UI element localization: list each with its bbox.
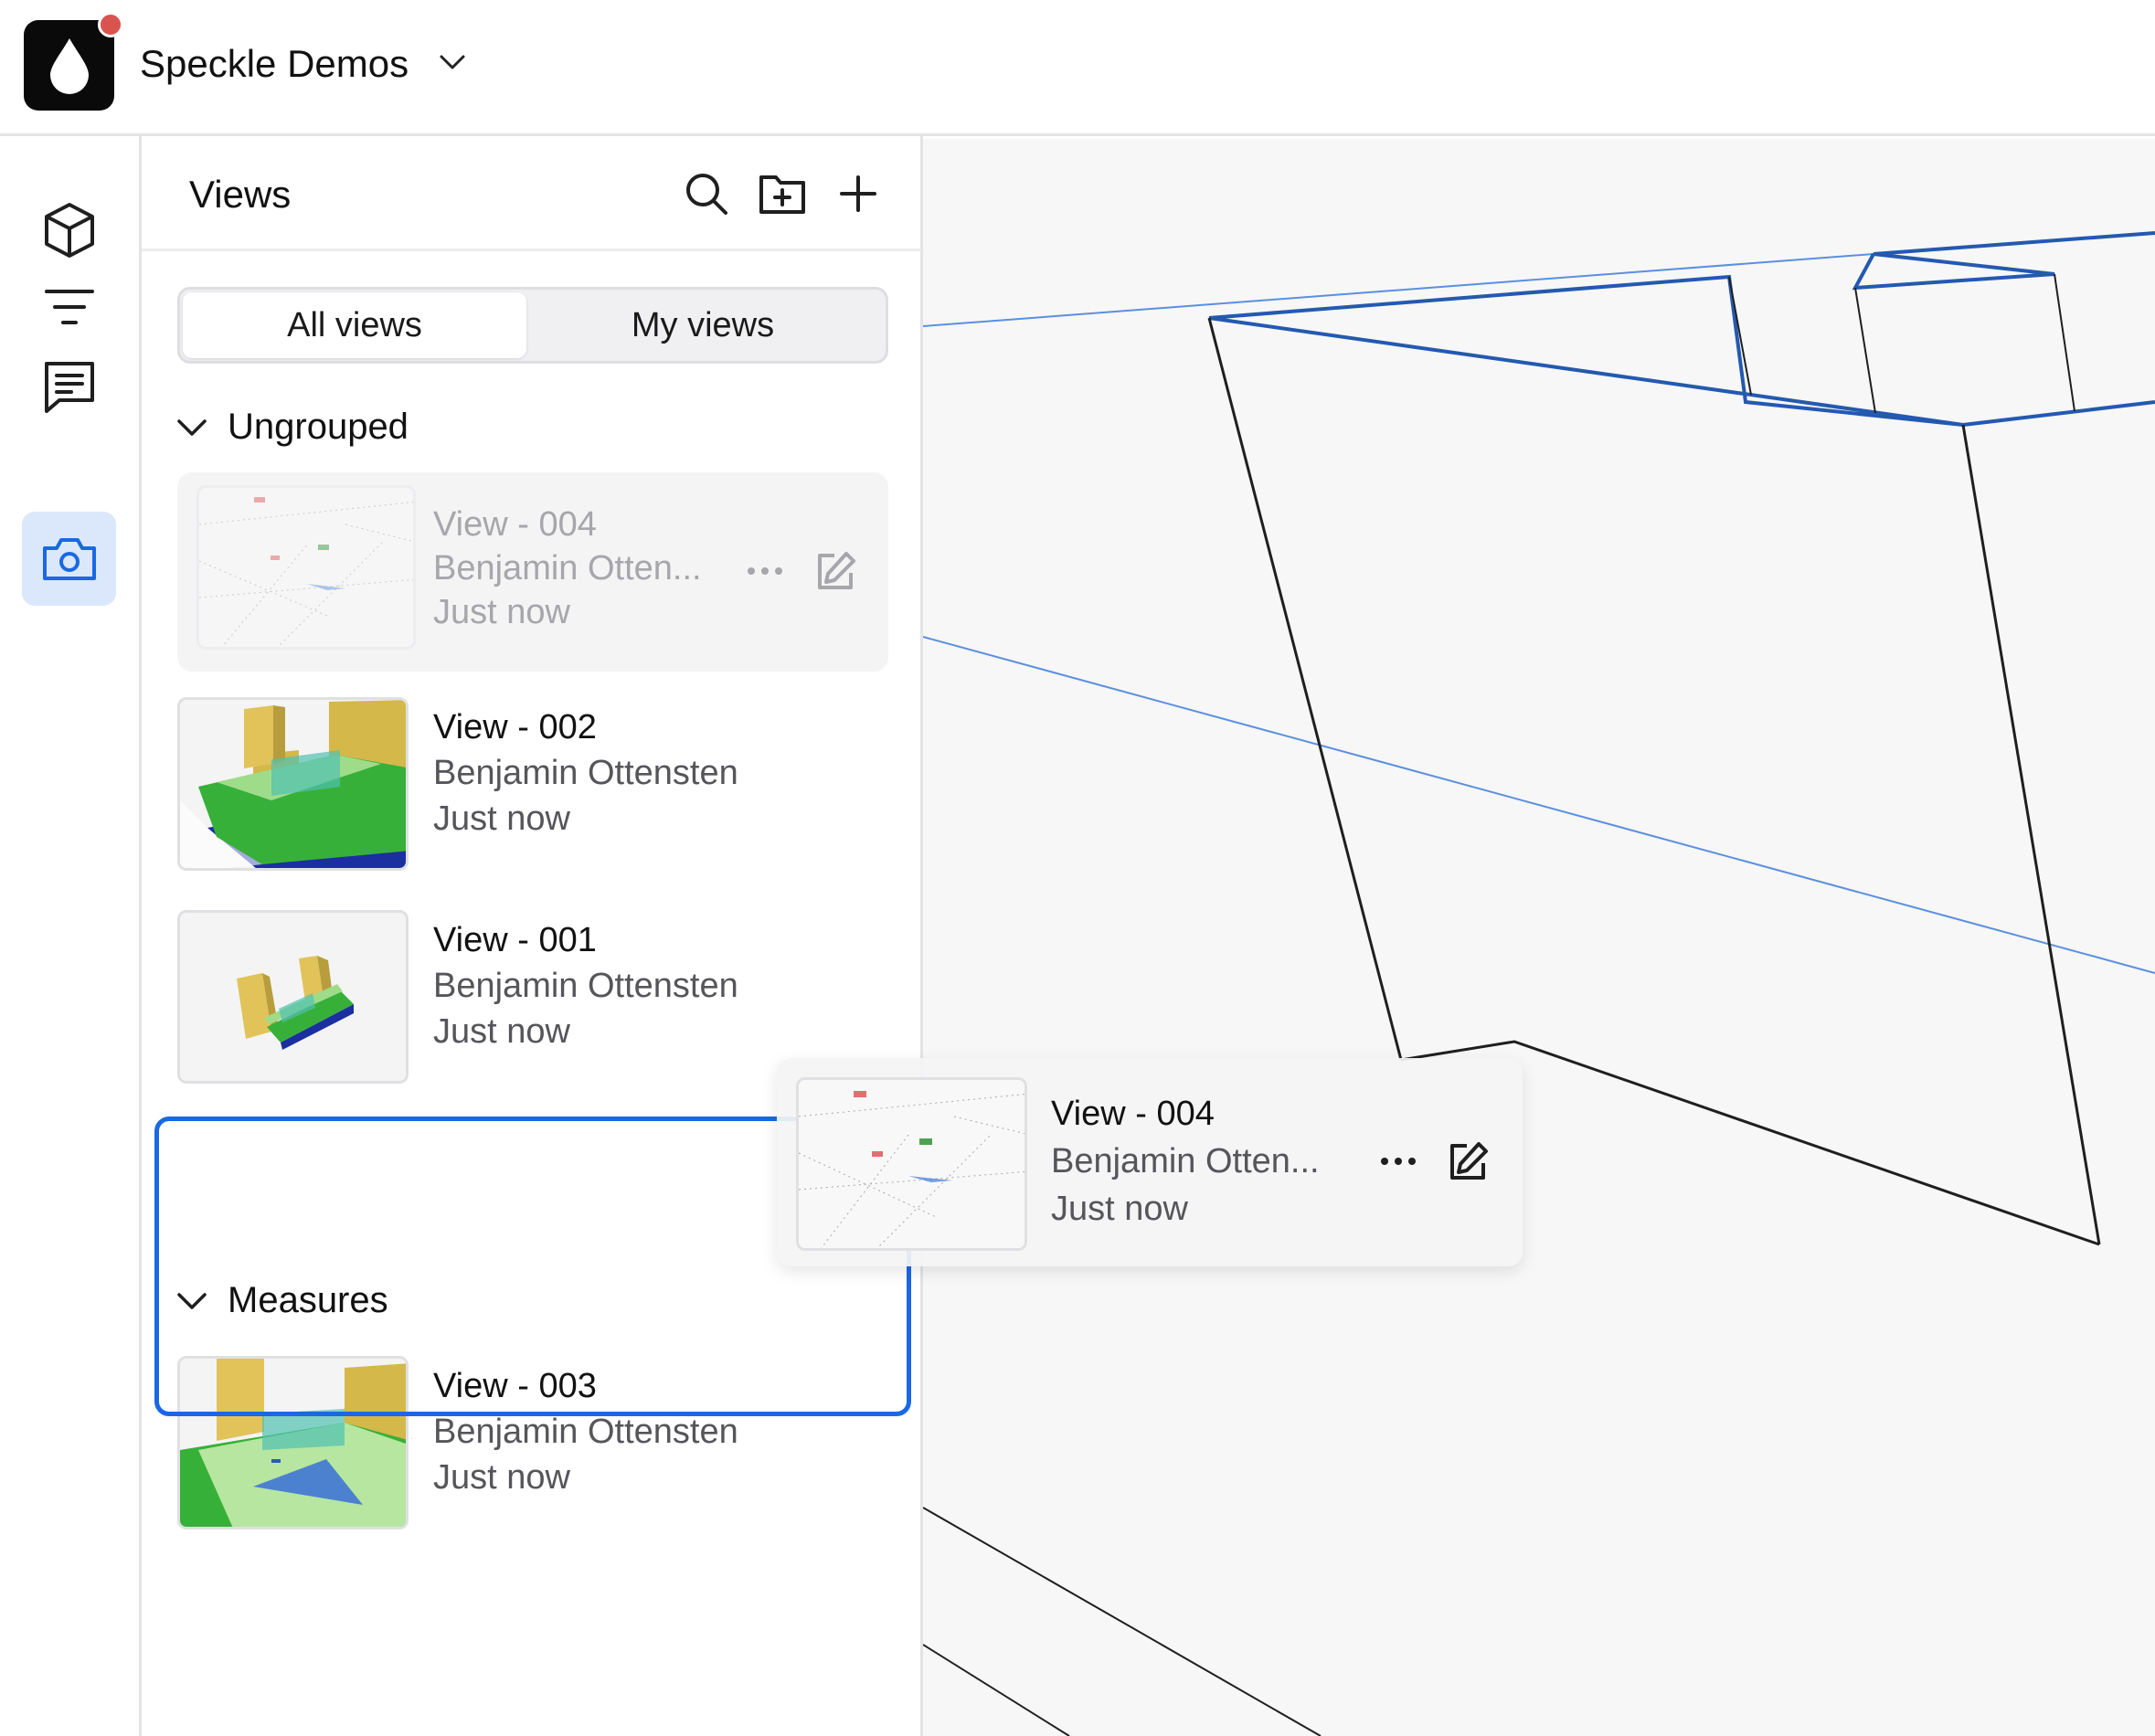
view-title: View - 004 [1051, 1095, 1215, 1133]
new-group-button[interactable] [757, 168, 808, 219]
camera-icon [42, 537, 96, 580]
view-thumbnail [177, 910, 409, 1084]
search-icon [686, 174, 727, 215]
more-horizontal-icon [1381, 1158, 1416, 1165]
droplet-icon [50, 38, 89, 94]
view-edit-button[interactable] [811, 547, 860, 597]
view-thumbnail [796, 1077, 1027, 1251]
view-thumbnail [196, 485, 416, 650]
filter-icon [44, 289, 94, 324]
view-time: Just now [433, 1458, 570, 1497]
view-author: Benjamin Ottensten [433, 754, 738, 792]
view-card-002[interactable]: View - 002 Benjamin Ottensten Just now [177, 697, 888, 871]
panel-title: Views [189, 173, 292, 216]
more-horizontal-icon [748, 567, 782, 575]
views-filter-toggle: All views My views [177, 287, 888, 364]
view-edit-button[interactable] [1443, 1138, 1492, 1187]
view-time: Just now [433, 1012, 570, 1051]
panel-header: Views [142, 136, 920, 251]
chevron-down-icon[interactable] [439, 53, 466, 71]
tab-all-views[interactable]: All views [183, 292, 526, 358]
view-thumbnail [177, 697, 409, 871]
search-button[interactable] [681, 168, 732, 219]
group-header-ungrouped[interactable]: Ungrouped [176, 407, 409, 448]
view-more-button[interactable] [1374, 1141, 1423, 1181]
add-view-button[interactable] [833, 168, 884, 219]
view-card-004[interactable]: View - 004 Benjamin Otten... Just now [177, 472, 888, 672]
view-time: Just now [433, 799, 570, 838]
view-more-button[interactable] [740, 551, 790, 591]
comments-icon [44, 361, 94, 413]
view-author: Benjamin Otten... [1051, 1142, 1320, 1180]
dragged-view-card[interactable]: View - 004 Benjamin Otten... Just now [777, 1058, 1523, 1266]
group-name: Ungrouped [228, 407, 409, 447]
view-title: View - 002 [433, 708, 597, 746]
notification-dot [98, 12, 123, 37]
top-bar: Speckle Demos [0, 0, 2155, 136]
left-rail [0, 136, 142, 1736]
edit-icon [818, 552, 855, 589]
view-time: Just now [1051, 1190, 1188, 1228]
view-author: Benjamin Otten... [433, 549, 702, 587]
plus-icon [840, 175, 876, 212]
rail-views-button[interactable] [22, 512, 116, 606]
view-author: Benjamin Ottensten [433, 967, 738, 1005]
view-title: View - 004 [433, 505, 597, 544]
view-card-001[interactable]: View - 001 Benjamin Ottensten Just now [177, 910, 888, 1084]
view-author: Benjamin Ottensten [433, 1413, 738, 1451]
folder-plus-icon [759, 175, 805, 214]
workspace-name[interactable]: Speckle Demos [140, 42, 409, 86]
view-time: Just now [433, 593, 570, 631]
model-viewer-canvas[interactable] [923, 139, 2155, 1736]
edit-icon [1450, 1142, 1488, 1180]
views-panel: Views All views My views Ungrouped View … [142, 136, 923, 1736]
tab-my-views[interactable]: My views [531, 292, 875, 358]
cube-icon [44, 202, 94, 258]
chevron-down-icon [177, 418, 207, 436]
rail-comments-button[interactable] [22, 339, 116, 433]
view-title: View - 001 [433, 921, 597, 959]
